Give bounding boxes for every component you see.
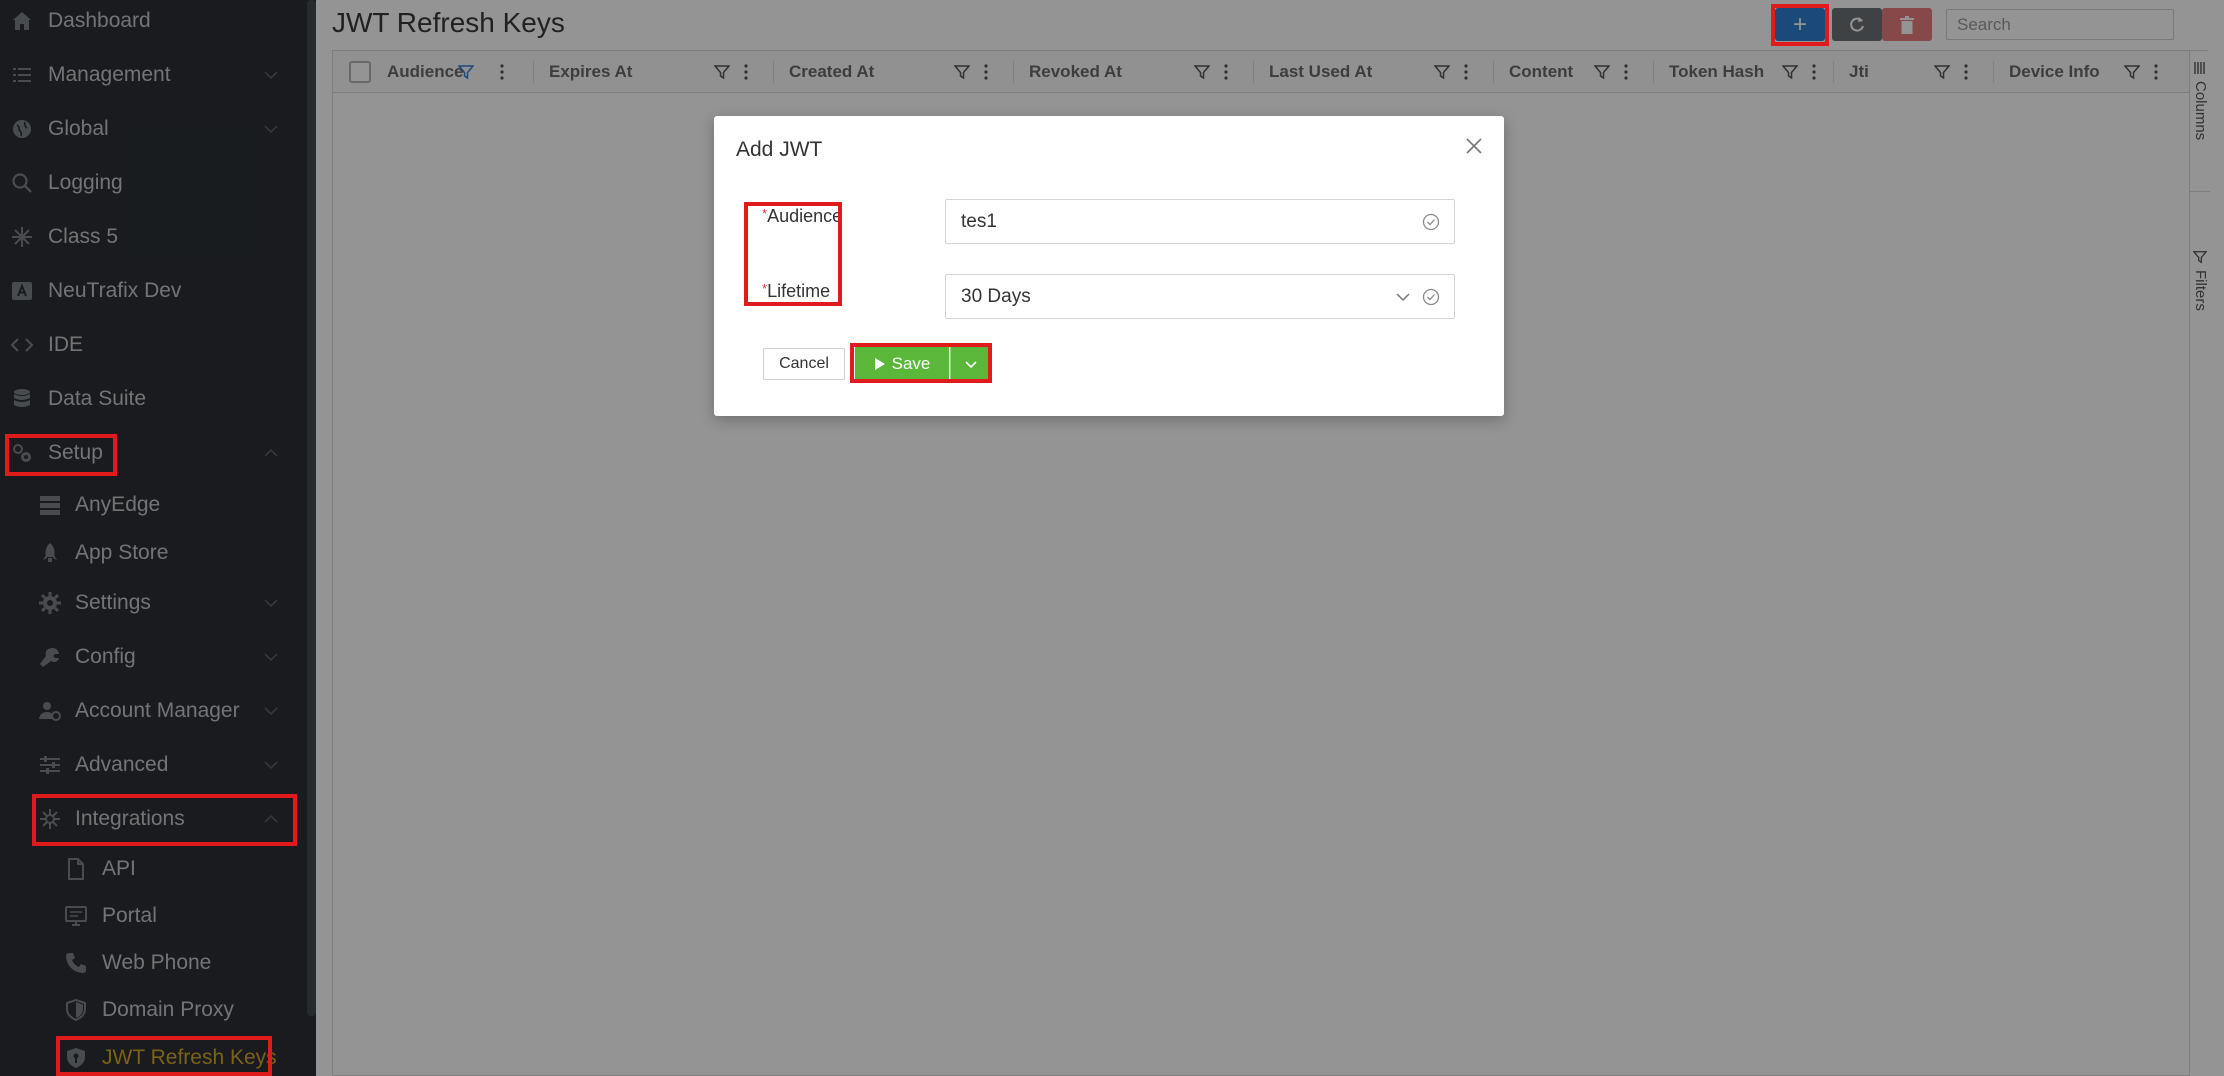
check-circle-icon — [1422, 288, 1440, 305]
lifetime-select[interactable]: 30 Days — [945, 274, 1455, 319]
close-button[interactable] — [1464, 136, 1484, 156]
save-options-dropdown[interactable] — [950, 346, 990, 381]
close-icon — [1466, 138, 1482, 154]
audience-label: *Audience — [762, 206, 842, 227]
save-button[interactable]: Save — [855, 346, 949, 381]
dialog-title: Add JWT — [736, 138, 823, 161]
play-icon — [874, 357, 885, 370]
lifetime-value: 30 Days — [961, 285, 1031, 307]
audience-field[interactable]: tes1 — [945, 199, 1455, 244]
chevron-down-icon — [964, 360, 977, 368]
cancel-button[interactable]: Cancel — [763, 348, 845, 380]
audience-label-text: Audience — [767, 206, 843, 226]
check-circle-icon — [1422, 213, 1440, 230]
lifetime-label: *Lifetime — [762, 281, 830, 302]
chevron-down-icon — [1396, 292, 1410, 301]
audience-value: tes1 — [961, 210, 997, 232]
add-jwt-dialog: Add JWT *Audience tes1 *Lifetime 30 Days… — [714, 116, 1504, 416]
lifetime-label-text: Lifetime — [767, 281, 831, 301]
save-label: Save — [891, 353, 931, 373]
